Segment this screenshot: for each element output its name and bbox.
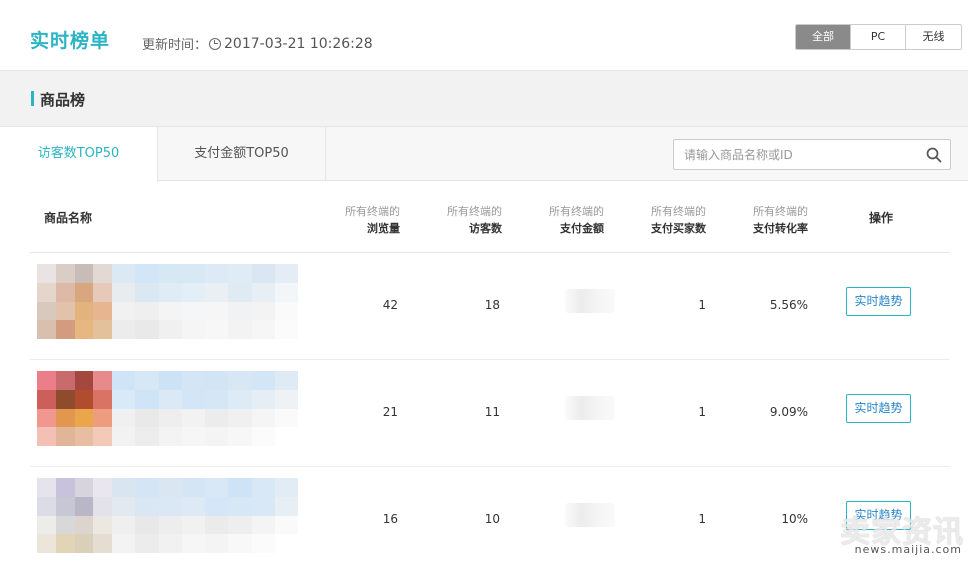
- col-pageviews: 所有终端的 浏览量: [336, 203, 400, 237]
- col-buyers: 所有终端的 支付买家数: [636, 203, 706, 237]
- table-row: 21 11 1 9.09% 实时趋势: [30, 360, 950, 467]
- cell-visitors: 10: [484, 512, 500, 526]
- section-accent-bar: [31, 91, 34, 106]
- col-conversion-sub: 所有终端的: [753, 205, 808, 218]
- col-pageviews-sub: 所有终端的: [345, 205, 400, 218]
- tab-bar: 访客数TOP50 支付金额TOP50: [0, 127, 968, 182]
- search-icon[interactable]: [926, 147, 942, 163]
- cell-buyers: 1: [698, 512, 706, 526]
- tab-payment-top50[interactable]: 支付金额TOP50: [158, 127, 326, 181]
- watermark: 卖家资讯 news.maijia.com: [814, 507, 964, 559]
- search-input[interactable]: [684, 140, 919, 169]
- table-row: 16 10 1 10% 实时趋势: [30, 467, 950, 561]
- realtime-trend-button[interactable]: 实时趋势: [846, 394, 911, 423]
- product-thumbnail[interactable]: [37, 264, 112, 339]
- filter-all-button[interactable]: 全部: [796, 25, 851, 49]
- col-payment-label: 支付金额: [560, 222, 604, 235]
- terminal-filter: 全部 PC 无线: [795, 24, 962, 50]
- col-pageviews-label: 浏览量: [367, 222, 400, 235]
- product-name-link[interactable]: [112, 264, 298, 339]
- cell-payment-blurred: [565, 289, 615, 313]
- cell-payment-blurred: [565, 396, 615, 420]
- col-action: 操作: [869, 211, 894, 225]
- col-product-name: 商品名称: [44, 211, 93, 225]
- clock-icon: [209, 37, 222, 50]
- product-search: [673, 139, 951, 170]
- update-time-value: 2017-03-21 10:26:28: [224, 35, 373, 52]
- cell-conversion: 9.09%: [769, 405, 808, 419]
- page-header: 实时榜单 更新时间： 2017-03-21 10:26:28 全部 PC 无线: [0, 0, 968, 70]
- table-row: 42 18 1 5.56% 实时趋势: [30, 253, 950, 360]
- cell-pageviews: 16: [382, 512, 398, 526]
- filter-wireless-button[interactable]: 无线: [906, 25, 961, 49]
- product-thumbnail[interactable]: [37, 371, 112, 446]
- cell-buyers: 1: [698, 405, 706, 419]
- section-title: 商品榜: [40, 91, 86, 109]
- cell-buyers: 1: [698, 298, 706, 312]
- col-conversion-label: 支付转化率: [753, 222, 808, 235]
- col-buyers-sub: 所有终端的: [651, 205, 706, 218]
- col-payment: 所有终端的 支付金额: [540, 203, 604, 237]
- cell-visitors: 11: [484, 405, 500, 419]
- cell-visitors: 18: [484, 298, 500, 312]
- update-time: 更新时间： 2017-03-21 10:26:28: [142, 34, 373, 54]
- product-thumbnail[interactable]: [37, 478, 112, 553]
- cell-payment-blurred: [565, 503, 615, 527]
- col-visitors-label: 访客数: [469, 222, 502, 235]
- realtime-trend-button[interactable]: 实时趋势: [846, 287, 911, 316]
- tab-visitors-top50[interactable]: 访客数TOP50: [0, 127, 158, 182]
- page-title: 实时榜单: [30, 30, 111, 52]
- watermark-url: news.maijia.com: [854, 543, 962, 556]
- col-payment-sub: 所有终端的: [549, 205, 604, 218]
- section-header: 商品榜: [0, 70, 968, 127]
- cell-conversion: 5.56%: [769, 298, 808, 312]
- cell-conversion: 10%: [781, 512, 808, 526]
- col-conversion: 所有终端的 支付转化率: [738, 203, 808, 237]
- product-name-link[interactable]: [112, 478, 298, 553]
- cell-pageviews: 42: [382, 298, 398, 312]
- table-header: 商品名称 所有终端的 浏览量 所有终端的 访客数 所有终端的 支付金额 所有终端…: [30, 181, 950, 253]
- col-visitors: 所有终端的 访客数: [438, 203, 502, 237]
- col-visitors-sub: 所有终端的: [447, 205, 502, 218]
- cell-pageviews: 21: [382, 405, 398, 419]
- filter-pc-button[interactable]: PC: [851, 25, 906, 49]
- update-time-label: 更新时间：: [142, 38, 208, 53]
- product-name-link[interactable]: [112, 371, 298, 446]
- product-ranking-table: 商品名称 所有终端的 浏览量 所有终端的 访客数 所有终端的 支付金额 所有终端…: [30, 181, 950, 561]
- col-buyers-label: 支付买家数: [651, 222, 706, 235]
